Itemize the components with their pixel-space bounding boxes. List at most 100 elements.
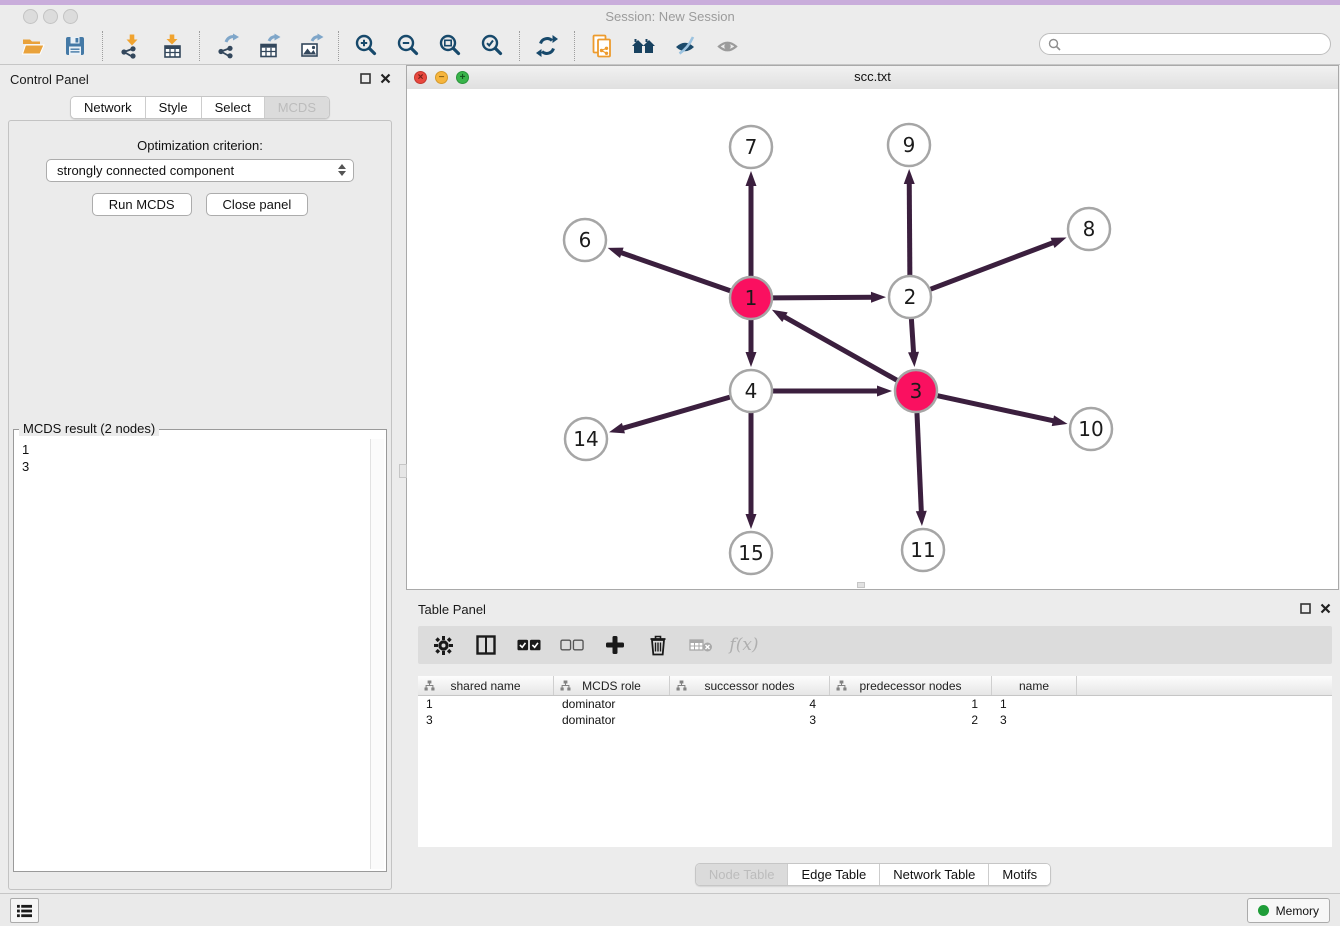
node-label-10: 10 bbox=[1078, 417, 1103, 441]
cell-predecessor-nodes[interactable]: 1 bbox=[830, 696, 992, 712]
float-panel-icon[interactable] bbox=[360, 73, 371, 84]
edge-arrowhead-2-9 bbox=[904, 169, 915, 184]
export-network-icon bbox=[214, 33, 240, 59]
run-mcds-button[interactable]: Run MCDS bbox=[92, 193, 192, 216]
edge-3-11[interactable] bbox=[917, 413, 921, 514]
network-canvas[interactable]: 1234678910111415 bbox=[407, 89, 1338, 589]
edge-4-14[interactable] bbox=[621, 397, 730, 429]
zoom-in-button[interactable] bbox=[352, 32, 380, 60]
close-panel-button[interactable]: Close panel bbox=[206, 193, 309, 216]
show-selected-button[interactable] bbox=[714, 32, 742, 60]
edge-2-9[interactable] bbox=[909, 181, 910, 275]
select-all-button[interactable] bbox=[517, 633, 541, 657]
close-table-panel-icon[interactable] bbox=[1320, 603, 1331, 614]
control-panel-tabs: NetworkStyleSelectMCDS bbox=[70, 96, 330, 119]
export-table-button[interactable] bbox=[255, 32, 283, 60]
edge-2-3[interactable] bbox=[911, 319, 913, 355]
cell-successor-nodes[interactable]: 4 bbox=[670, 696, 830, 712]
unselect-all-button[interactable] bbox=[560, 633, 584, 657]
cell-name[interactable]: 1 bbox=[992, 696, 1077, 712]
edge-1-2[interactable] bbox=[773, 297, 874, 298]
save-session-button[interactable] bbox=[61, 32, 89, 60]
tab-select[interactable]: Select bbox=[202, 97, 265, 118]
maximize-network-button[interactable]: + bbox=[456, 71, 469, 84]
cell-shared-name[interactable]: 1 bbox=[418, 696, 554, 712]
tab-style[interactable]: Style bbox=[146, 97, 202, 118]
edge-arrowhead-1-6 bbox=[608, 248, 624, 258]
node-label-14: 14 bbox=[573, 427, 598, 451]
search-box[interactable] bbox=[1039, 33, 1331, 55]
memory-status-icon bbox=[1258, 905, 1269, 916]
result-scrollbar[interactable] bbox=[370, 439, 384, 869]
cell-name[interactable]: 3 bbox=[992, 712, 1077, 728]
cell-predecessor-nodes[interactable]: 2 bbox=[830, 712, 992, 728]
canvas-divider-handle[interactable] bbox=[857, 582, 865, 588]
tab-node-table[interactable]: Node Table bbox=[696, 864, 789, 885]
edge-1-6[interactable] bbox=[619, 252, 730, 291]
import-table-button[interactable] bbox=[158, 32, 186, 60]
delete-table-button[interactable] bbox=[689, 633, 713, 657]
hide-selected-button[interactable] bbox=[672, 32, 700, 60]
delete-column-button[interactable] bbox=[646, 633, 670, 657]
zoom-fit-button[interactable] bbox=[436, 32, 464, 60]
open-network-doc-button[interactable] bbox=[588, 32, 616, 60]
cell-MCDS-role[interactable]: dominator bbox=[554, 696, 670, 712]
export-image-button[interactable] bbox=[297, 32, 325, 60]
edge-3-10[interactable] bbox=[937, 396, 1055, 422]
node-label-3: 3 bbox=[910, 379, 923, 403]
column-header-shared-name[interactable]: shared name bbox=[418, 676, 554, 695]
import-network-button[interactable] bbox=[116, 32, 144, 60]
cell-MCDS-role[interactable]: dominator bbox=[554, 712, 670, 728]
column-header-name[interactable]: name bbox=[992, 676, 1077, 695]
minimize-window-button[interactable] bbox=[43, 9, 58, 24]
show-all-networks-button[interactable] bbox=[630, 32, 658, 60]
column-header-successor-nodes[interactable]: successor nodes bbox=[670, 676, 830, 695]
eye-slash-icon bbox=[673, 33, 699, 59]
column-header-predecessor-nodes[interactable]: predecessor nodes bbox=[830, 676, 992, 695]
network-window-title: scc.txt bbox=[407, 66, 1338, 88]
close-network-button[interactable]: × bbox=[414, 71, 427, 84]
zoom-window-button[interactable] bbox=[63, 9, 78, 24]
table-row[interactable]: 1dominator411 bbox=[418, 696, 1332, 712]
memory-button[interactable]: Memory bbox=[1247, 898, 1330, 923]
minimize-network-button[interactable]: − bbox=[435, 71, 448, 84]
tab-mcds[interactable]: MCDS bbox=[265, 97, 329, 118]
node-label-11: 11 bbox=[910, 538, 935, 562]
cell-shared-name[interactable]: 3 bbox=[418, 712, 554, 728]
criterion-value: strongly connected component bbox=[57, 163, 234, 178]
zoom-out-button[interactable] bbox=[394, 32, 422, 60]
table-panel: Table Panel bbox=[406, 595, 1340, 890]
column-header-MCDS-role[interactable]: MCDS role bbox=[554, 676, 670, 695]
mcds-result-box: MCDS result (2 nodes) 1 3 bbox=[13, 429, 387, 872]
import-network-icon bbox=[117, 33, 143, 59]
open-session-button[interactable] bbox=[19, 32, 47, 60]
save-icon bbox=[62, 33, 88, 59]
tab-network[interactable]: Network bbox=[71, 97, 146, 118]
zoom-selected-button[interactable] bbox=[478, 32, 506, 60]
panel-divider-handle[interactable] bbox=[399, 464, 407, 478]
edge-2-8[interactable] bbox=[931, 242, 1056, 289]
close-window-button[interactable] bbox=[23, 9, 38, 24]
node-table[interactable]: shared nameMCDS rolesuccessor nodesprede… bbox=[418, 676, 1332, 847]
float-table-panel-icon[interactable] bbox=[1300, 603, 1311, 614]
search-input[interactable] bbox=[1066, 36, 1322, 52]
cell-successor-nodes[interactable]: 3 bbox=[670, 712, 830, 728]
mcds-panel: Optimization criterion: strongly connect… bbox=[8, 120, 392, 890]
add-column-button[interactable] bbox=[603, 633, 627, 657]
table-row[interactable]: 3dominator323 bbox=[418, 712, 1332, 728]
refresh-button[interactable] bbox=[533, 32, 561, 60]
tab-motifs[interactable]: Motifs bbox=[989, 864, 1050, 885]
export-network-button[interactable] bbox=[213, 32, 241, 60]
close-panel-icon[interactable] bbox=[380, 73, 391, 84]
table-settings-button[interactable] bbox=[431, 633, 455, 657]
edge-3-1[interactable] bbox=[782, 316, 896, 381]
function-builder-button[interactable]: f(x) bbox=[732, 633, 756, 657]
show-columns-button[interactable] bbox=[474, 633, 498, 657]
plus-icon bbox=[605, 635, 625, 655]
criterion-dropdown[interactable]: strongly connected component bbox=[46, 159, 354, 182]
edge-arrowhead-4-15 bbox=[746, 514, 757, 529]
show-panels-button[interactable] bbox=[10, 898, 39, 923]
table-panel-tabs: Node TableEdge TableNetwork TableMotifs bbox=[695, 863, 1051, 886]
tab-network-table[interactable]: Network Table bbox=[880, 864, 989, 885]
tab-edge-table[interactable]: Edge Table bbox=[788, 864, 880, 885]
